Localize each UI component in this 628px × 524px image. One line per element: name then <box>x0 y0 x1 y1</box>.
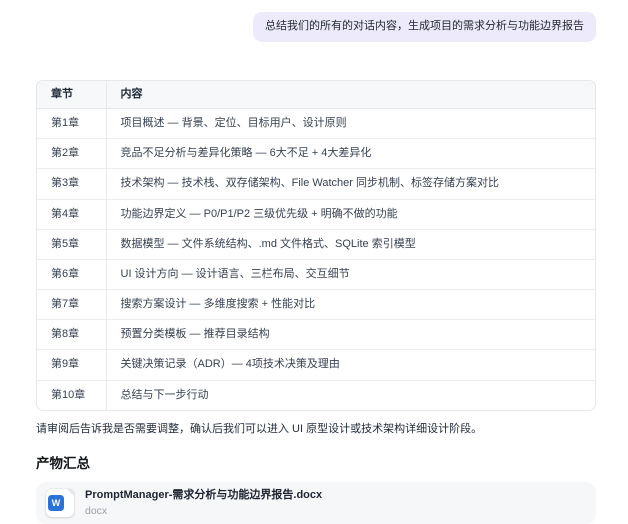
content-cell: 预置分类模板 — 推荐目录结构 <box>106 320 595 350</box>
chapter-cell: 第7章 <box>37 290 106 320</box>
content-cell: 功能边界定义 — P0/P1/P2 三级优先级 + 明确不做的功能 <box>106 199 595 229</box>
chapter-cell: 第3章 <box>37 169 106 199</box>
chapter-cell: 第9章 <box>37 350 106 380</box>
file-attachment-card[interactable]: W PromptManager-需求分析与功能边界报告.docx docx <box>36 482 596 524</box>
content-cell: 搜索方案设计 — 多维度搜索 + 性能对比 <box>106 290 595 320</box>
table-row: 第1章 项目概述 — 背景、定位、目标用户、设计原则 <box>37 108 595 138</box>
chapter-cell: 第5章 <box>37 229 106 259</box>
chapter-cell: 第4章 <box>37 199 106 229</box>
table-row: 第5章 数据模型 — 文件系统结构、.md 文件格式、SQLite 索引模型 <box>37 229 595 259</box>
chapter-cell: 第2章 <box>37 139 106 169</box>
content-cell: 竞品不足分析与差异化策略 — 6大不足 + 4大差异化 <box>106 139 595 169</box>
content-cell: 项目概述 — 背景、定位、目标用户、设计原则 <box>106 108 595 138</box>
content-cell: 关键决策记录（ADR）— 4项技术决策及理由 <box>106 350 595 380</box>
table-row: 第9章 关键决策记录（ADR）— 4项技术决策及理由 <box>37 350 595 380</box>
column-header-chapter: 章节 <box>37 81 106 109</box>
table-row: 第6章 UI 设计方向 — 设计语言、三栏布局、交互细节 <box>37 259 595 289</box>
user-message-bubble: 总结我们的所有的对话内容，生成项目的需求分析与功能边界报告 <box>253 12 596 42</box>
table-row: 第8章 预置分类模板 — 推荐目录结构 <box>37 320 595 350</box>
chat-content: 总结我们的所有的对话内容，生成项目的需求分析与功能边界报告 章节 内容 第1章 … <box>36 0 596 524</box>
word-document-icon: W <box>46 489 74 517</box>
chapter-cell: 第10章 <box>37 380 106 410</box>
word-w-badge-icon: W <box>48 495 64 511</box>
page-fold-icon <box>67 489 74 496</box>
file-name: PromptManager-需求分析与功能边界报告.docx <box>85 489 322 502</box>
file-type-label: docx <box>85 505 322 518</box>
table-row: 第2章 竞品不足分析与差异化策略 — 6大不足 + 4大差异化 <box>37 139 595 169</box>
deliverables-heading: 产物汇总 <box>36 452 596 472</box>
table-row: 第10章 总结与下一步行动 <box>37 380 595 410</box>
chapter-cell: 第1章 <box>37 108 106 138</box>
table-row: 第3章 技术架构 — 技术栈、双存储架构、File Watcher 同步机制、标… <box>37 169 595 199</box>
table-row: 第4章 功能边界定义 — P0/P1/P2 三级优先级 + 明确不做的功能 <box>37 199 595 229</box>
column-header-content: 内容 <box>106 81 595 109</box>
closing-note: 请审阅后告诉我是否需要调整，确认后我们可以进入 UI 原型设计或技术架构详细设计… <box>36 422 596 437</box>
table-header-row: 章节 内容 <box>37 81 595 109</box>
table-row: 第7章 搜索方案设计 — 多维度搜索 + 性能对比 <box>37 290 595 320</box>
content-cell: UI 设计方向 — 设计语言、三栏布局、交互细节 <box>106 259 595 289</box>
content-cell: 技术架构 — 技术栈、双存储架构、File Watcher 同步机制、标签存储方… <box>106 169 595 199</box>
content-cell: 数据模型 — 文件系统结构、.md 文件格式、SQLite 索引模型 <box>106 229 595 259</box>
chapter-table: 章节 内容 第1章 项目概述 — 背景、定位、目标用户、设计原则 第2章 竞品不… <box>36 80 596 411</box>
chapter-cell: 第8章 <box>37 320 106 350</box>
content-cell: 总结与下一步行动 <box>106 380 595 410</box>
chapter-cell: 第6章 <box>37 259 106 289</box>
